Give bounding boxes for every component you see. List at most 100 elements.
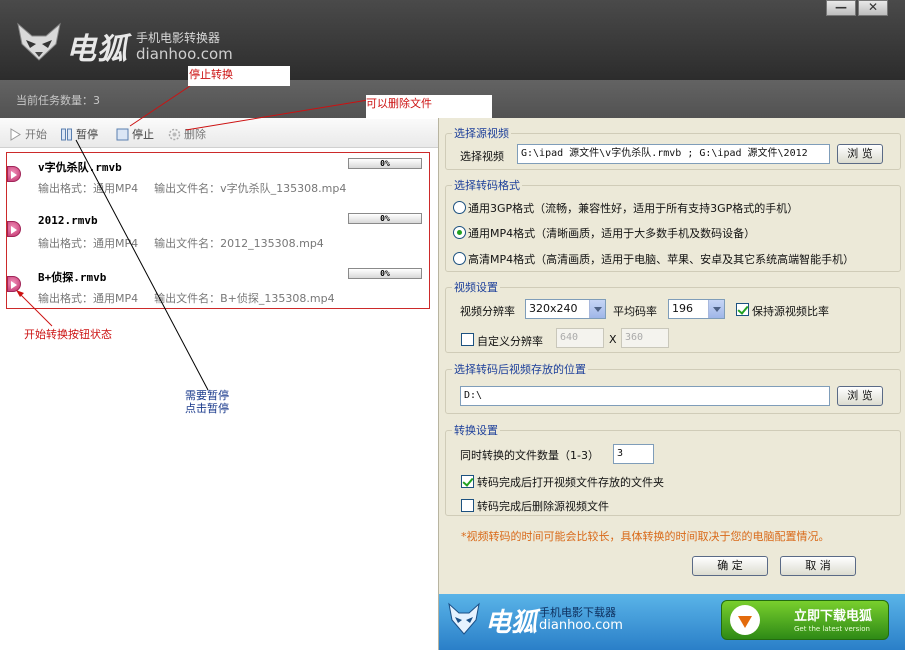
task-item[interactable]: B+侦探.rmvb 0% 输出格式：通用MP4 输出文件名：B+侦探_135308…	[7, 263, 429, 318]
task-play-icon[interactable]	[7, 221, 21, 237]
task-meta: 输出格式：通用MP4 输出文件名：2012_135308.mp4	[38, 235, 324, 251]
open-folder-checkbox[interactable]	[461, 475, 474, 488]
start-label: 开始	[25, 128, 47, 141]
task-progress: 0%	[348, 268, 422, 279]
task-filename: 输出文件名：v字仇杀队_135308.mp4	[154, 182, 347, 195]
title-bar: 电狐 手机电影转换器 dianhoo.com — ✕	[0, 0, 905, 80]
promo-banner[interactable]: 电狐 手机电影下载器 dianhoo.com 立即下载电狐 Get the la…	[439, 594, 905, 650]
pause-label: 暂停	[76, 128, 98, 141]
start-button[interactable]: 开始	[9, 126, 47, 142]
delete-icon	[168, 128, 181, 140]
source-path-field[interactable]: G:\ipad 源文件\v字仇杀队.rmvb ; G:\ipad 源文件\201…	[517, 144, 830, 164]
task-format: 输出格式：通用MP4	[38, 237, 139, 250]
annotation-start-state: 开始转换按钮状态	[24, 328, 112, 341]
source-group-title: 选择源视频	[452, 125, 511, 141]
stop-button[interactable]: 停止	[116, 126, 154, 142]
minimize-button[interactable]: —	[826, 0, 856, 16]
format-group-title: 选择转码格式	[452, 177, 522, 193]
app-domain: dianhoo.com	[136, 45, 233, 63]
cancel-button[interactable]: 取 消	[780, 556, 856, 576]
format-hd-mp4-label[interactable]: 高清MP4格式（高清画质，适用于电脑、苹果、安卓及其它系统高端智能手机）	[468, 251, 854, 267]
task-name: v字仇杀队.rmvb	[38, 161, 122, 174]
fox-logo-icon	[17, 22, 61, 61]
task-name: 2012.rmvb	[38, 214, 98, 227]
chevron-down-icon[interactable]	[708, 300, 724, 318]
task-name: B+侦探.rmvb	[38, 271, 107, 284]
format-3gp-radio[interactable]	[453, 201, 466, 214]
task-list: v字仇杀队.rmvb 0% 输出格式：通用MP4 输出文件名：v字仇杀队_1353…	[6, 152, 430, 309]
app-subtitle: 手机电影转换器	[136, 31, 221, 45]
delete-label: 删除	[184, 128, 206, 141]
download-arrow-icon	[730, 605, 760, 635]
download-label: 立即下载电狐	[794, 609, 873, 624]
custom-resolution-label[interactable]: 自定义分辨率	[477, 333, 543, 349]
source-group: 选择源视频 选择视频 G:\ipad 源文件\v字仇杀队.rmvb ; G:\i…	[445, 125, 901, 170]
concurrent-label: 同时转换的文件数量（1-3）	[460, 449, 599, 462]
custom-width-field[interactable]: 640	[556, 328, 604, 348]
format-mp4-radio[interactable]	[453, 226, 466, 239]
app-window: 电狐 手机电影转换器 dianhoo.com — ✕ 当前任务数量：3 开始 暂…	[0, 0, 905, 650]
task-item[interactable]: v字仇杀队.rmvb 0% 输出格式：通用MP4 输出文件名：v字仇杀队_1353…	[7, 153, 429, 208]
stop-label: 停止	[132, 128, 154, 141]
task-count: 当前任务数量：3	[16, 94, 100, 107]
bitrate-value: 196	[672, 302, 693, 315]
task-meta: 输出格式：通用MP4 输出文件名：B+侦探_135308.mp4	[38, 290, 335, 306]
conversion-note: *视频转码的时间可能会比较长，具体转换的时间取决于您的电脑配置情况。	[461, 530, 830, 543]
annotation-stop-convert: 停止转换	[188, 66, 290, 86]
format-hd-mp4-radio[interactable]	[453, 252, 466, 265]
annotation-need-pause: 需要暂停 点击暂停	[185, 389, 229, 415]
convert-group: 转换设置 同时转换的文件数量（1-3） 3 转码完成后打开视频文件存放的文件夹 …	[445, 422, 901, 516]
pause-icon	[61, 128, 72, 140]
output-path-field[interactable]: D:\	[460, 386, 830, 406]
annotation-need-pause-line2: 点击暂停	[185, 402, 229, 415]
concurrent-field[interactable]: 3	[613, 444, 654, 464]
task-play-icon[interactable]	[7, 276, 21, 292]
pause-button[interactable]: 暂停	[60, 126, 98, 142]
toolbar: 开始 暂停 停止 删除	[0, 118, 438, 148]
output-group: 选择转码后视频存放的位置 D:\ 浏 览	[445, 361, 901, 414]
task-format: 输出格式：通用MP4	[38, 292, 139, 305]
source-browse-button[interactable]: 浏 览	[837, 144, 883, 164]
format-3gp-label[interactable]: 通用3GP格式（流畅，兼容性好，适用于所有支持3GP格式的手机）	[468, 200, 798, 216]
stop-icon	[116, 128, 129, 140]
ok-button[interactable]: 确 定	[692, 556, 768, 576]
resolution-select[interactable]: 320x240	[525, 299, 606, 319]
task-meta: 输出格式：通用MP4 输出文件名：v字仇杀队_135308.mp4	[38, 180, 346, 196]
bitrate-label: 平均码率	[613, 305, 657, 318]
video-group-title: 视频设置	[452, 279, 500, 295]
delete-source-label[interactable]: 转码完成后删除源视频文件	[477, 498, 609, 514]
open-folder-label[interactable]: 转码完成后打开视频文件存放的文件夹	[477, 474, 664, 490]
settings-panel: 选择源视频 选择视频 G:\ipad 源文件\v字仇杀队.rmvb ; G:\i…	[438, 118, 905, 650]
delete-source-checkbox[interactable]	[461, 499, 474, 512]
logo-wordmark: 电狐	[66, 32, 128, 67]
banner-domain: dianhoo.com	[539, 618, 623, 633]
output-browse-button[interactable]: 浏 览	[837, 386, 883, 406]
play-icon	[10, 127, 21, 141]
close-button[interactable]: ✕	[858, 0, 888, 16]
custom-resolution-checkbox[interactable]	[461, 333, 474, 346]
keep-ratio-checkbox[interactable]	[736, 303, 749, 316]
custom-height-field[interactable]: 360	[621, 328, 669, 348]
chevron-down-icon[interactable]	[589, 300, 605, 318]
resolution-x-label: X	[609, 333, 617, 346]
task-format: 输出格式：通用MP4	[38, 182, 139, 195]
task-filename: 输出文件名：2012_135308.mp4	[154, 237, 324, 250]
download-sublabel: Get the latest version	[794, 625, 870, 633]
task-progress: 0%	[348, 158, 422, 169]
resolution-label: 视频分辨率	[460, 305, 515, 318]
resolution-value: 320x240	[529, 302, 578, 315]
task-filename: 输出文件名：B+侦探_135308.mp4	[154, 292, 335, 305]
task-item[interactable]: 2012.rmvb 0% 输出格式：通用MP4 输出文件名：2012_135308…	[7, 208, 429, 263]
format-group: 选择转码格式 通用3GP格式（流畅，兼容性好，适用于所有支持3GP格式的手机） …	[445, 177, 901, 272]
annotation-can-delete: 可以删除文件	[366, 95, 492, 119]
fox-logo-icon	[448, 602, 480, 635]
task-play-icon[interactable]	[7, 166, 21, 182]
download-button[interactable]: 立即下载电狐 Get the latest version	[721, 600, 889, 640]
bitrate-select[interactable]: 196	[668, 299, 725, 319]
banner-wordmark: 电狐	[485, 608, 538, 638]
format-mp4-label[interactable]: 通用MP4格式（清晰画质，适用于大多数手机及数码设备）	[468, 225, 755, 241]
keep-ratio-label[interactable]: 保持源视频比率	[752, 303, 829, 319]
source-label: 选择视频	[460, 150, 504, 163]
task-progress: 0%	[348, 213, 422, 224]
delete-button[interactable]: 删除	[168, 126, 206, 142]
